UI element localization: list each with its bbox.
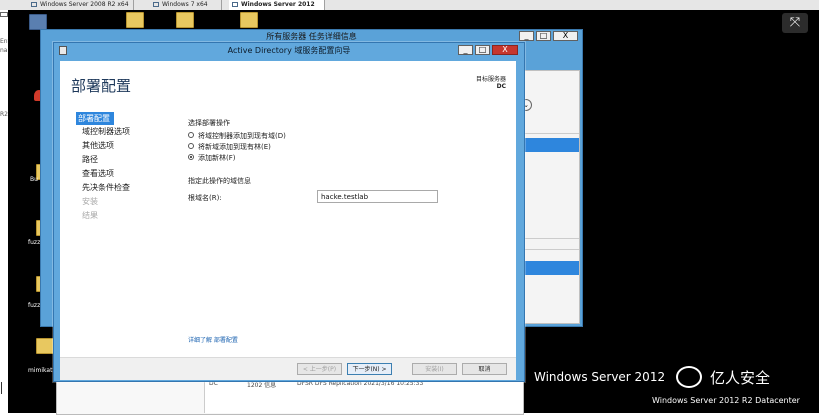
next-button[interactable]: 下一步(N) > <box>347 363 392 375</box>
fullscreen-icon[interactable]: ⤧ <box>782 13 808 33</box>
vm-tab-label: Windows Server 2008 R2 x64 <box>40 1 129 8</box>
radio-add-new-forest[interactable] <box>188 154 194 160</box>
folder-label: fuzz <box>28 302 41 309</box>
watermark-text: 亿人安全 <box>710 369 771 387</box>
install-button[interactable]: 安装(I) <box>412 363 457 375</box>
nav-item-paths[interactable]: 路径 <box>82 154 98 165</box>
os-brand-text: Windows Server 2012 <box>534 370 666 384</box>
folder-label: mimikat <box>28 367 53 374</box>
folder-icon[interactable] <box>126 12 144 28</box>
nav-item-install: 安装 <box>82 197 98 206</box>
side-text: R2 <box>0 111 8 118</box>
operation-section-label: 选择部署操作 <box>188 119 230 127</box>
wizard-footer: < 上一步(P) 下一步(N) > 安装(I) 取消 <box>60 357 516 380</box>
vm-icon <box>232 2 238 7</box>
root-domain-label: 根域名(R): <box>188 194 222 202</box>
page-title: 部署配置 <box>71 77 132 95</box>
nav-item-dc-options[interactable]: 域控制器选项 <box>82 126 130 137</box>
close-button[interactable]: X <box>553 31 578 41</box>
nav-item-prerequisites[interactable]: 先决条件检查 <box>82 182 130 193</box>
vm-tab-label: Windows Server 2012 <box>241 1 315 8</box>
vm-tab-label: Windows 7 x64 <box>162 1 208 8</box>
root-domain-input[interactable]: hacke.testlab <box>317 190 438 203</box>
folder-icon[interactable] <box>176 12 194 28</box>
wizard-title: Active Directory 域服务配置向导 <box>227 46 351 55</box>
folder-label: Bu <box>30 176 38 183</box>
maximize-button[interactable]: □ <box>536 31 551 41</box>
folder-icon[interactable] <box>240 12 258 28</box>
vm-tab-server-2012[interactable]: Windows Server 2012 <box>229 0 325 10</box>
option-label: 将域控制器添加到现有域(D) <box>198 132 286 140</box>
minimize-button[interactable]: _ <box>458 45 473 55</box>
nav-item-deployment-config[interactable]: 部署配置 <box>76 112 114 125</box>
minimize-button[interactable]: _ <box>519 31 534 41</box>
os-edition-text: Windows Server 2012 R2 Datacenter <box>652 396 800 405</box>
selected-row[interactable] <box>517 138 579 152</box>
nav-item-review-options[interactable]: 查看选项 <box>82 168 114 179</box>
close-button[interactable]: X <box>492 45 518 55</box>
text-cursor <box>1 382 2 394</box>
nav-item-results: 结果 <box>82 211 98 220</box>
task-details-panel: ⌄ <box>516 70 580 324</box>
wechat-icon <box>676 366 702 388</box>
option-label: 添加新林(F) <box>198 154 236 162</box>
scroll-arrow-icon[interactable] <box>0 12 8 17</box>
previous-button[interactable]: < 上一步(P) <box>297 363 342 375</box>
vm-icon <box>153 2 159 7</box>
vm-tab-win7[interactable]: Windows 7 x64 <box>150 0 222 10</box>
radio-add-domain-existing-forest[interactable] <box>188 143 194 149</box>
selected-row[interactable] <box>517 261 579 275</box>
desktop-glyph <box>36 16 52 30</box>
cancel-button[interactable]: 取消 <box>462 363 507 375</box>
learn-more-link[interactable]: 详细了解 部署配置 <box>188 335 238 344</box>
ad-ds-configuration-wizard: Active Directory 域服务配置向导 _ □ X 部署配置 目标服务… <box>53 42 525 382</box>
target-server-label: 目标服务器 <box>475 76 506 83</box>
vm-tab-server-2008[interactable]: Windows Server 2008 R2 x64 <box>28 0 134 10</box>
folder-label: fuzz <box>28 239 41 246</box>
option-label: 将新域添加到现有林(E) <box>198 143 271 151</box>
radio-add-dc-existing-domain[interactable] <box>188 132 194 138</box>
folder-icon[interactable] <box>36 338 54 354</box>
target-server-value: DC <box>496 83 506 90</box>
nav-item-other-options[interactable]: 其他选项 <box>82 140 114 151</box>
maximize-button[interactable]: □ <box>475 45 490 55</box>
domain-info-label: 指定此操作的域信息 <box>188 177 251 185</box>
vm-icon <box>31 2 37 7</box>
wizard-body: 部署配置 目标服务器 DC 部署配置 域控制器选项 其他选项 路径 查看选项 先… <box>60 61 516 357</box>
